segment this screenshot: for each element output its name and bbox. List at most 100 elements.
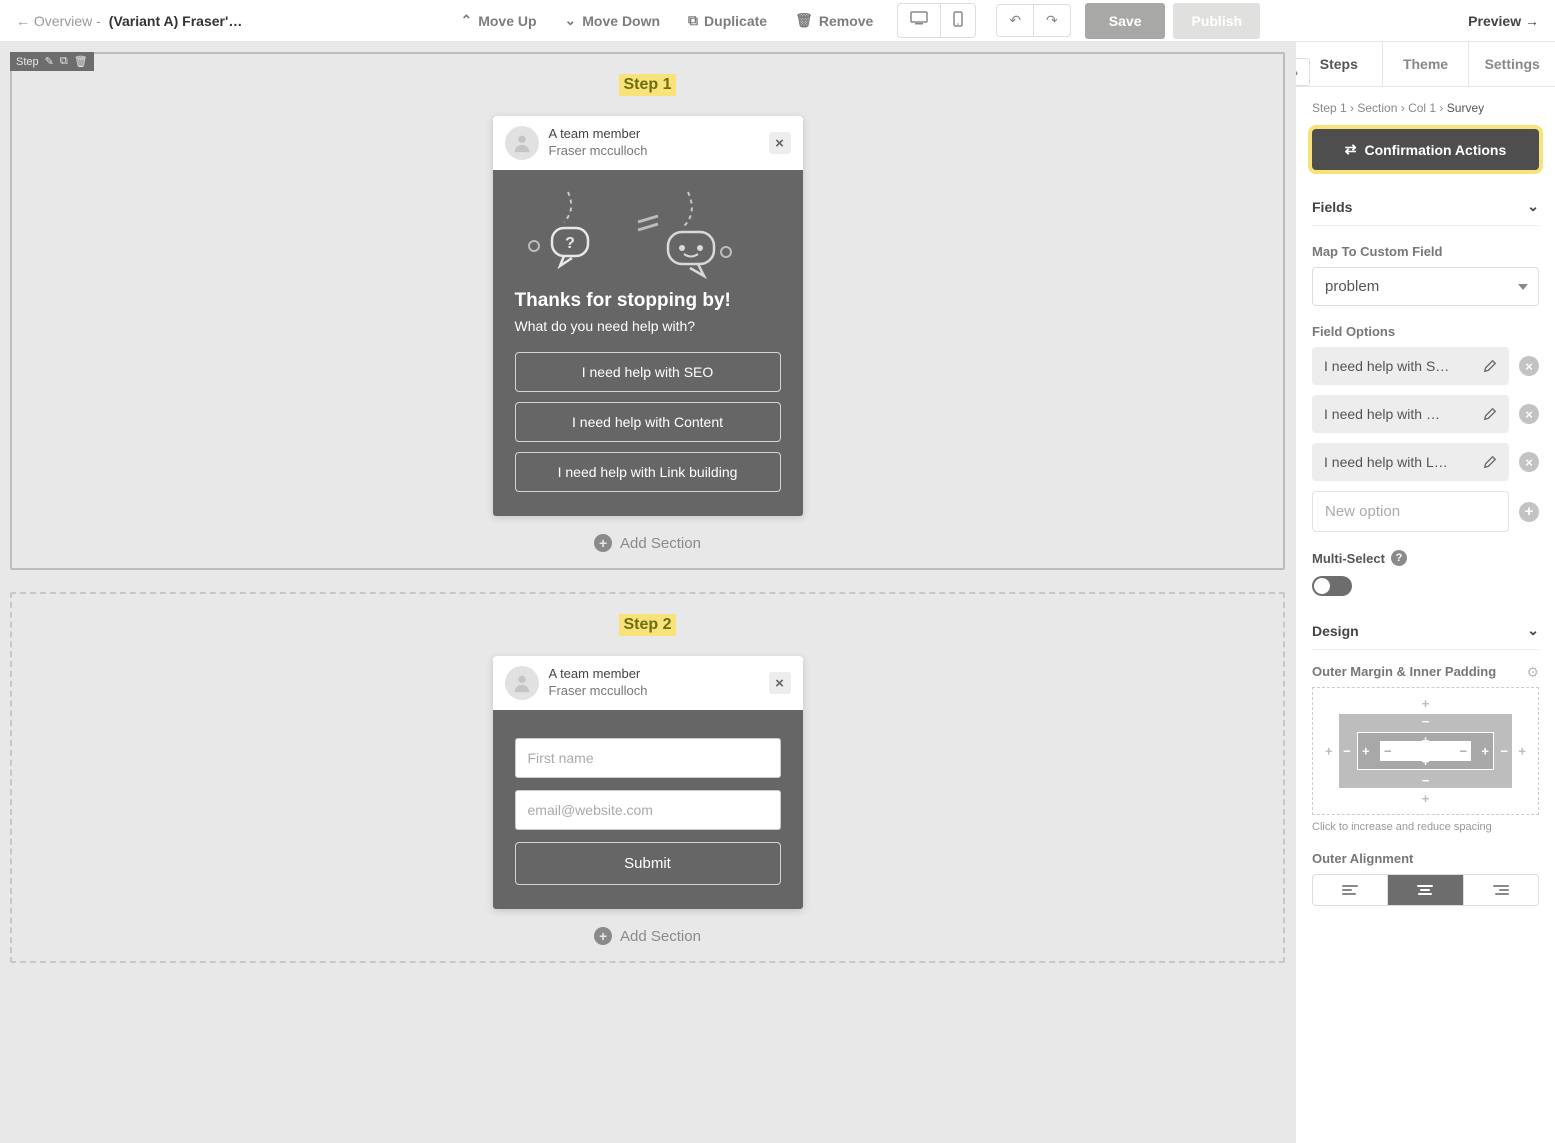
step-1-title: Step 1 bbox=[619, 74, 675, 96]
step-frame-2[interactable]: Step 2 A team member Fraser mcculloch × … bbox=[10, 592, 1285, 963]
align-left-icon bbox=[1342, 885, 1358, 895]
page-title: (Variant A) Fraser'… bbox=[109, 13, 243, 29]
field-option-3[interactable]: I need help with L… bbox=[1312, 443, 1509, 481]
breadcrumb: Step 1 › Section › Col 1 › Survey bbox=[1312, 101, 1539, 115]
pencil-icon[interactable] bbox=[1483, 455, 1497, 469]
avatar bbox=[505, 666, 539, 700]
properties-panel: › Steps Theme Settings Step 1 › Section … bbox=[1295, 42, 1555, 1143]
chat-illustration: ? bbox=[515, 190, 781, 280]
delete-option-icon[interactable]: × bbox=[1519, 404, 1539, 424]
map-field-select[interactable]: problem bbox=[1312, 267, 1539, 306]
email-input[interactable] bbox=[515, 790, 781, 830]
step-frame-1[interactable]: Step ✎ ⧉ 🗑 Step 1 A team member Fraser m… bbox=[10, 52, 1285, 570]
chevron-up-icon: ⌃ bbox=[460, 12, 472, 29]
svg-text:?: ? bbox=[565, 235, 575, 252]
tab-settings[interactable]: Settings bbox=[1469, 42, 1555, 86]
step-mini-toolbar: Step ✎ ⧉ 🗑 bbox=[10, 52, 94, 71]
step-label: Step bbox=[16, 56, 39, 68]
crumb-survey: Survey bbox=[1447, 101, 1484, 115]
popup-header: A team member Fraser mcculloch × bbox=[493, 116, 803, 170]
top-toolbar: ← Overview - (Variant A) Fraser'… ⌃ Move… bbox=[0, 0, 1555, 42]
trash-icon[interactable]: 🗑 bbox=[74, 55, 88, 68]
move-down-button[interactable]: ⌄ Move Down bbox=[555, 6, 671, 35]
alignment-label: Outer Alignment bbox=[1312, 851, 1539, 866]
duplicate-button[interactable]: ⧉ Duplicate bbox=[678, 6, 777, 35]
field-option-1[interactable]: I need help with S… bbox=[1312, 347, 1509, 385]
map-field-label: Map To Custom Field bbox=[1312, 244, 1539, 259]
chevron-down-icon: ⌄ bbox=[1527, 622, 1539, 639]
chevron-down-icon: ⌄ bbox=[1527, 198, 1539, 215]
hero-subtitle: What do you need help with? bbox=[515, 318, 781, 334]
add-section-2[interactable]: + Add Section bbox=[22, 927, 1273, 945]
field-option-row: I need help with … × bbox=[1312, 395, 1539, 433]
add-section-1[interactable]: + Add Section bbox=[22, 534, 1273, 552]
crumb-col[interactable]: Col 1 bbox=[1408, 101, 1436, 115]
align-center-icon bbox=[1417, 885, 1433, 895]
close-icon[interactable]: × bbox=[769, 672, 791, 694]
confirmation-actions-button[interactable]: ⇄ Confirmation Actions bbox=[1312, 129, 1539, 170]
gear-icon[interactable]: ⚙ bbox=[1526, 664, 1539, 681]
back-link[interactable]: ← Overview - bbox=[16, 13, 101, 29]
trash-icon: 🗑 bbox=[795, 12, 813, 29]
align-right-icon bbox=[1493, 885, 1509, 895]
alignment-group bbox=[1312, 874, 1539, 906]
copy-icon[interactable]: ⧉ bbox=[60, 55, 68, 68]
close-icon[interactable]: × bbox=[769, 132, 791, 154]
move-up-button[interactable]: ⌃ Move Up bbox=[450, 6, 546, 35]
redo-icon[interactable]: ↷ bbox=[1033, 5, 1070, 36]
fields-section-header[interactable]: Fields ⌄ bbox=[1312, 188, 1539, 226]
survey-option-content[interactable]: I need help with Content bbox=[515, 402, 781, 442]
mobile-icon[interactable] bbox=[940, 4, 975, 37]
add-option-icon[interactable]: + bbox=[1519, 502, 1539, 522]
author-name: Fraser mcculloch bbox=[549, 683, 759, 700]
tab-theme[interactable]: Theme bbox=[1383, 42, 1470, 86]
new-option-input[interactable]: New option bbox=[1312, 491, 1509, 532]
align-right-button[interactable] bbox=[1463, 875, 1538, 905]
survey-popup-1: A team member Fraser mcculloch × bbox=[493, 116, 803, 516]
editor-canvas: Step ✎ ⧉ 🗑 Step 1 A team member Fraser m… bbox=[0, 42, 1295, 1143]
panel-collapse-icon[interactable]: › bbox=[1295, 58, 1310, 86]
design-section-header[interactable]: Design ⌄ bbox=[1312, 612, 1539, 650]
hero-title: Thanks for stopping by! bbox=[515, 290, 781, 312]
publish-button[interactable]: Publish bbox=[1173, 3, 1260, 39]
member-label: A team member bbox=[549, 666, 759, 683]
member-label: A team member bbox=[549, 126, 759, 143]
survey-option-seo[interactable]: I need help with SEO bbox=[515, 352, 781, 392]
field-option-row: I need help with S… × bbox=[1312, 347, 1539, 385]
avatar bbox=[505, 126, 539, 160]
multi-select-toggle[interactable] bbox=[1312, 576, 1352, 596]
save-button[interactable]: Save bbox=[1085, 3, 1166, 39]
multi-select-label: Multi-Select bbox=[1312, 551, 1385, 566]
align-center-button[interactable] bbox=[1387, 875, 1462, 905]
align-left-button[interactable] bbox=[1313, 875, 1387, 905]
first-name-input[interactable] bbox=[515, 738, 781, 778]
crumb-step[interactable]: Step 1 bbox=[1312, 101, 1347, 115]
preview-link[interactable]: Preview → bbox=[1468, 13, 1539, 29]
remove-button[interactable]: 🗑 Remove bbox=[785, 6, 883, 35]
pencil-icon[interactable]: ✎ bbox=[45, 55, 54, 68]
spacing-hint: Click to increase and reduce spacing bbox=[1312, 821, 1539, 833]
undo-icon[interactable]: ↶ bbox=[997, 5, 1033, 36]
pencil-icon[interactable] bbox=[1483, 407, 1497, 421]
chevron-down-icon: ⌄ bbox=[565, 12, 577, 29]
field-option-2[interactable]: I need help with … bbox=[1312, 395, 1509, 433]
plus-icon: + bbox=[594, 534, 612, 552]
spacing-control[interactable]: + + + + − − − − + + + + bbox=[1312, 687, 1539, 815]
plus-icon: + bbox=[594, 927, 612, 945]
crumb-section[interactable]: Section bbox=[1357, 101, 1397, 115]
panel-tabs: Steps Theme Settings bbox=[1296, 42, 1555, 87]
desktop-icon[interactable] bbox=[898, 4, 940, 37]
survey-option-linkbuilding[interactable]: I need help with Link building bbox=[515, 452, 781, 492]
delete-option-icon[interactable]: × bbox=[1519, 452, 1539, 472]
spacing-label: Outer Margin & Inner Padding bbox=[1312, 664, 1539, 679]
shuffle-icon: ⇄ bbox=[1345, 141, 1357, 158]
popup-header: A team member Fraser mcculloch × bbox=[493, 656, 803, 710]
step-2-title: Step 2 bbox=[619, 614, 675, 636]
submit-button[interactable]: Submit bbox=[515, 842, 781, 885]
author-name: Fraser mcculloch bbox=[549, 143, 759, 160]
field-options-label: Field Options bbox=[1312, 324, 1539, 339]
pencil-icon[interactable] bbox=[1483, 359, 1497, 373]
delete-option-icon[interactable]: × bbox=[1519, 356, 1539, 376]
history-toggle: ↶ ↷ bbox=[996, 4, 1070, 37]
help-icon[interactable]: ? bbox=[1391, 550, 1407, 566]
